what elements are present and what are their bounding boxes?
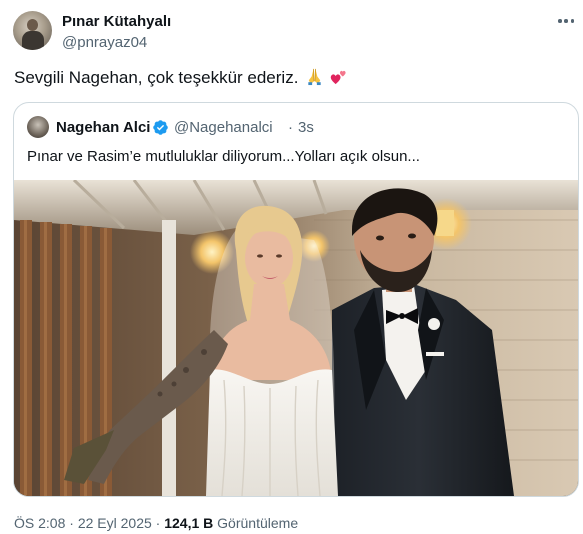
- tweet: Pınar Kütahyalı @pnrayaz04 Sevgili Nageh…: [0, 0, 583, 534]
- avatar-body-shape: [22, 31, 44, 50]
- quoted-text: Pınar ve Rasim’e mutluluklar diliyorum..…: [27, 148, 420, 165]
- tweet-meta: ÖS 2:08 · 22 Eyl 2025 · 124,1 B Görüntül…: [14, 515, 298, 532]
- more-dot: [570, 19, 574, 23]
- quoted-time[interactable]: 3s: [298, 118, 314, 137]
- meta-separator: ·: [155, 515, 161, 531]
- meta-separator: ·: [69, 515, 74, 531]
- tweet-text: Sevgili Nagehan, çok teşekkür ederiz.: [14, 66, 348, 89]
- quoted-separator: ·: [288, 119, 293, 136]
- quoted-handle[interactable]: @Nagehanalci: [174, 118, 273, 137]
- quoted-photo[interactable]: [14, 180, 578, 496]
- more-dot: [558, 19, 562, 23]
- tweet-time[interactable]: ÖS 2:08: [14, 515, 65, 531]
- quoted-author-avatar[interactable]: [27, 116, 49, 138]
- views-label: Görüntüleme: [217, 515, 299, 531]
- more-options-icon[interactable]: [558, 18, 574, 24]
- wedding-photo-illustration: [14, 180, 578, 496]
- two-hearts-icon: [330, 70, 346, 85]
- more-dot: [564, 19, 568, 23]
- author-avatar[interactable]: [13, 11, 52, 50]
- tweet-date[interactable]: 22 Eyl 2025: [78, 515, 152, 531]
- author-handle[interactable]: @pnrayaz04: [62, 33, 147, 52]
- views-count: 124,1 B: [164, 515, 214, 531]
- verified-badge-icon: [153, 120, 168, 135]
- quoted-display-name[interactable]: Nagehan Alci: [56, 118, 150, 137]
- avatar-head-shape: [27, 19, 38, 31]
- quoted-tweet[interactable]: Nagehan Alci @Nagehanalci · 3s Pınar ve …: [13, 102, 579, 497]
- folded-hands-icon: [308, 68, 321, 86]
- author-display-name[interactable]: Pınar Kütahyalı: [62, 12, 171, 31]
- tweet-body: Sevgili Nagehan, çok teşekkür ederiz.: [14, 68, 299, 87]
